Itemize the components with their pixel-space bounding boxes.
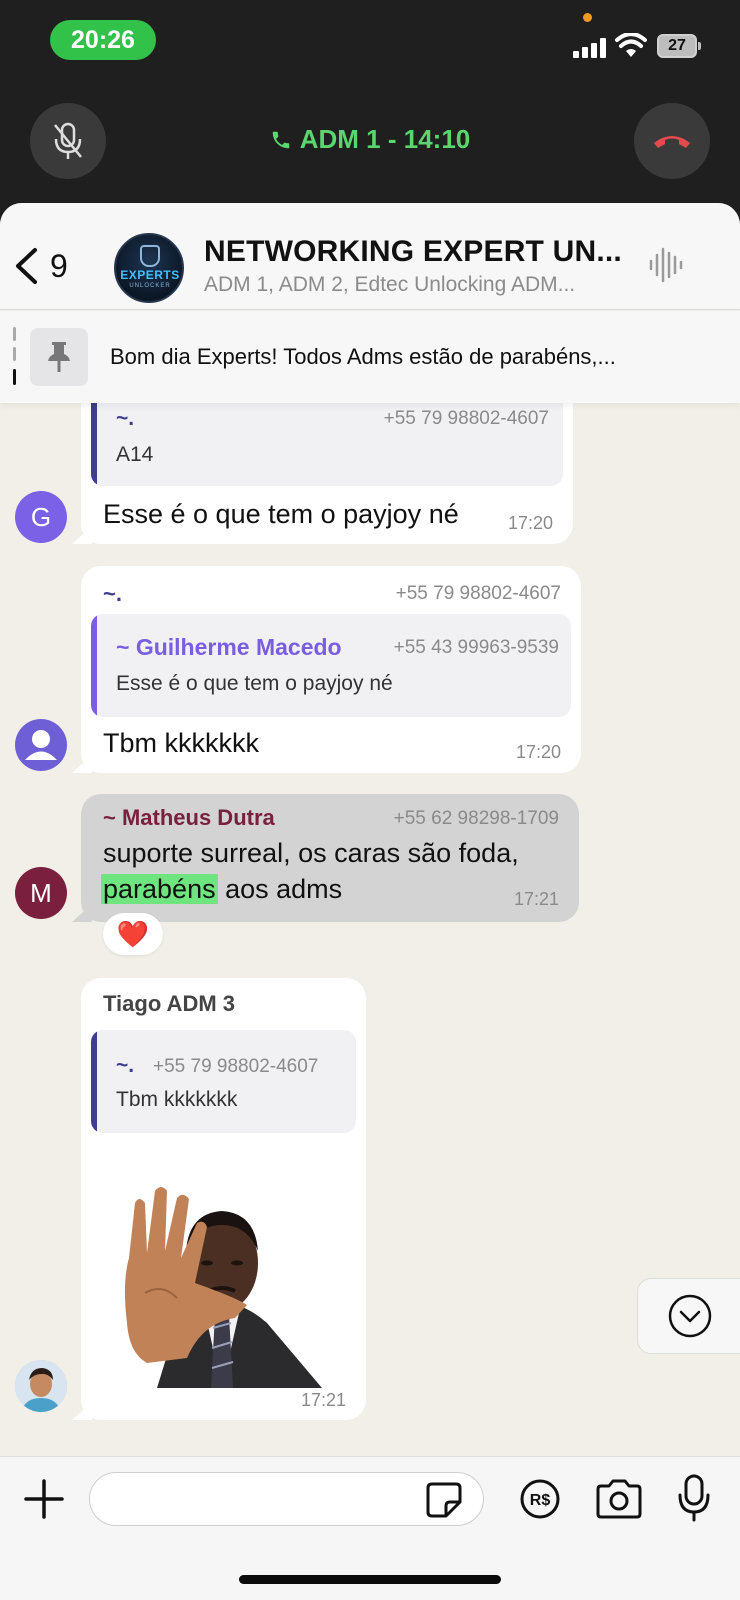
cellular-signal-icon	[573, 38, 607, 58]
message-time: 17:20	[507, 513, 553, 533]
pin-icon	[30, 328, 88, 386]
quote-text: Tbm kkkkkkk	[116, 1088, 238, 1111]
plus-icon[interactable]	[22, 1477, 66, 1521]
message-text: Tbm kkkkkkk	[103, 728, 260, 758]
quote-sender-name: ~ Guilherme Macedo	[116, 634, 342, 660]
quote-text: Esse é o que tem o payjoy né	[116, 672, 393, 695]
wifi-icon	[615, 33, 647, 57]
camera-indicator-icon	[583, 13, 592, 22]
scroll-to-bottom-button[interactable]	[637, 1278, 740, 1354]
quote-sender-name: ~.	[116, 407, 135, 430]
quoted-message[interactable]: ~. +55 79 98802-4607 Tbm kkkkkkk	[91, 1030, 356, 1133]
chat-panel: 9 EXPERTS UNLOCKER NETWORKING EXPERT UN.…	[0, 203, 740, 1600]
payment-button[interactable]: R$	[518, 1477, 562, 1521]
unread-count: 9	[50, 247, 68, 284]
group-title[interactable]: NETWORKING EXPERT UN...	[204, 235, 624, 269]
sender-name[interactable]: Tiago ADM 3	[103, 991, 235, 1017]
message-time: 17:21	[513, 889, 559, 909]
message-time: 17:21	[300, 1390, 346, 1410]
logo-mark-icon	[140, 245, 160, 267]
voice-chat-icon[interactable]	[648, 245, 684, 285]
message-text: suporte surreal, os caras são foda,	[103, 838, 519, 868]
highlighted-word[interactable]: parabéns	[101, 874, 218, 904]
battery-icon: 27	[657, 34, 701, 58]
sender-phone: +55 62 98298-1709	[393, 808, 559, 829]
group-members[interactable]: ADM 1, ADM 2, Edtec Unlocking ADM...	[204, 273, 624, 297]
pinned-message-bar[interactable]: Bom dia Experts! Todos Adms estão de par…	[0, 311, 740, 403]
pinned-message-text: Bom dia Experts! Todos Adms estão de par…	[110, 344, 616, 369]
message-composer: R$	[0, 1456, 740, 1600]
chat-header: 9 EXPERTS UNLOCKER NETWORKING EXPERT UN.…	[0, 203, 740, 310]
sender-name[interactable]: ~.	[103, 581, 122, 607]
svg-text:R$: R$	[530, 1492, 551, 1509]
payment-icon: R$	[520, 1479, 560, 1519]
microphone-icon[interactable]	[676, 1473, 712, 1523]
call-label-text: ADM 1 - 14:10	[299, 124, 471, 154]
phone-icon	[272, 131, 289, 149]
message-text: Esse é o que tem o payjoy né	[103, 499, 459, 529]
message-bubble[interactable]: ~. +55 79 98802-4607 ~ Guilherme Macedo …	[81, 566, 581, 773]
quote-sender-phone: +55 79 98802-4607	[383, 408, 549, 429]
quote-sender-phone: +55 79 98802-4607	[153, 1056, 319, 1077]
group-avatar[interactable]: EXPERTS UNLOCKER	[114, 233, 184, 303]
quote-text: A14	[116, 443, 154, 466]
home-indicator	[239, 1575, 501, 1584]
sticker-image[interactable]	[117, 1163, 327, 1388]
sticker-icon[interactable]	[424, 1480, 464, 1520]
message-bubble[interactable]: ~ Matheus Dutra +55 62 98298-1709 suport…	[81, 794, 579, 922]
message-text-rest: aos adms	[225, 874, 343, 904]
message-text-line-2: parabéns aos adms	[101, 874, 342, 905]
call-bar: 20:26 27 ADM 1 - 14:10	[0, 0, 740, 220]
pinned-indicator	[13, 327, 16, 387]
quote-sender-phone: +55 43 99963-9539	[393, 637, 559, 658]
message-time: 17:20	[515, 742, 561, 762]
reaction-badge[interactable]: ❤️	[103, 913, 163, 955]
sender-phone: +55 79 98802-4607	[395, 583, 561, 604]
quoted-message[interactable]: ~ Guilherme Macedo +55 43 99963-9539 Ess…	[91, 614, 571, 717]
avatar-default-user-icon[interactable]	[15, 719, 67, 771]
hang-up-icon	[654, 136, 690, 148]
avatar[interactable]: M	[15, 867, 67, 919]
call-status[interactable]: ADM 1 - 14:10	[0, 124, 740, 155]
end-call-button[interactable]	[634, 103, 710, 179]
avatar[interactable]: G	[15, 491, 67, 543]
avatar-photo[interactable]	[15, 1360, 67, 1412]
avatar-logo-text: EXPERTS	[120, 268, 180, 282]
chevron-down-circle-icon	[668, 1294, 712, 1338]
sender-name[interactable]: ~ Matheus Dutra	[103, 805, 275, 831]
camera-icon[interactable]	[594, 1477, 644, 1521]
back-button[interactable]: 9	[14, 243, 94, 289]
chevron-left-icon	[16, 248, 37, 284]
avatar-logo-sub: UNLOCKER	[129, 283, 171, 289]
status-time-pill[interactable]: 20:26	[50, 20, 156, 60]
quote-sender-name: ~.	[116, 1054, 135, 1077]
